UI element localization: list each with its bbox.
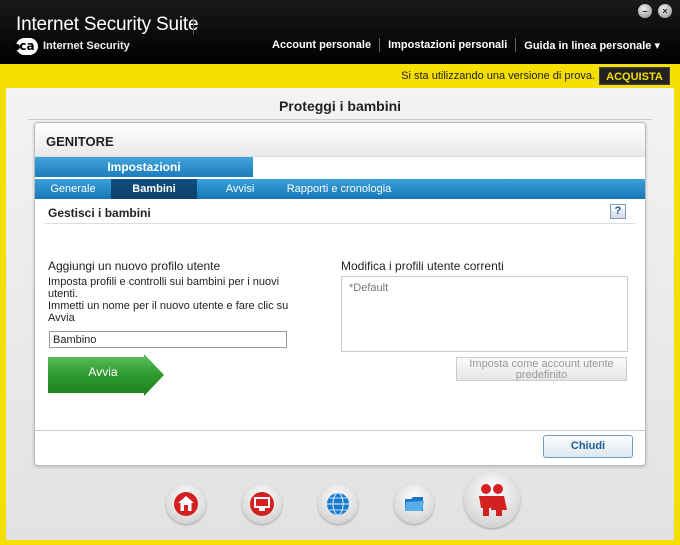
app-title: Internet Security Suite [16,14,199,35]
buy-button[interactable]: ACQUISTA [599,67,670,85]
ca-logo-icon: ca [14,38,38,55]
bottom-dock [6,468,674,540]
subtab-bar: Generale Bambini Avvisi Rapporti e crono… [35,179,645,199]
home-icon[interactable] [166,484,206,524]
start-button-label: Avvia [88,365,118,379]
nav-impostazioni-personali[interactable]: Impostazioni personali [380,39,515,51]
section-title: Gestisci i bambini [48,206,151,220]
desc-line: utenti. [48,288,78,300]
subtab-avvisi[interactable]: Avvisi [197,179,283,199]
footer-divider [35,430,645,431]
title-separator [193,17,194,35]
brand-subtitle: Internet Security [43,40,130,52]
page-title: Proteggi i bambini [278,98,402,114]
minimize-icon[interactable]: – [638,4,652,18]
tab-impostazioni[interactable]: Impostazioni [35,157,253,177]
close-button[interactable]: Chiudi [543,435,633,458]
desc-line: Avvia [48,312,75,324]
set-default-label-line: predefinito [515,369,568,381]
section-divider [45,223,635,224]
heading-divider [28,119,652,120]
nav-guida-in-linea[interactable]: Guida in linea personale ▾ [516,39,668,52]
panel-title: GENITORE [46,134,114,149]
set-default-button[interactable]: Imposta come account utente predefinito [456,357,627,381]
help-icon[interactable]: ? [610,204,626,219]
edit-profiles-title: Modifica i profili utente correnti [341,259,504,273]
add-profile-description: Imposta profili e controlli sui bambini … [48,276,313,324]
top-navigation: Account personale Impostazioni personali… [264,38,668,52]
trial-message: Si sta utilizzando una versione di prova… [401,70,595,82]
add-profile-title: Aggiungi un nuovo profilo utente [48,259,221,273]
child-name-input[interactable] [49,331,287,348]
subtab-bambini[interactable]: Bambini [111,179,197,199]
globe-icon[interactable] [318,484,358,524]
desc-line: Imposta profili e controlli sui bambini … [48,276,280,288]
close-icon[interactable]: × [658,4,672,18]
subtab-generale[interactable]: Generale [35,179,111,199]
nav-account-personale[interactable]: Account personale [264,39,379,51]
monitor-icon[interactable] [242,484,282,524]
title-bar: Internet Security Suite ca Internet Secu… [0,0,680,64]
parents-icon[interactable] [464,472,520,528]
start-button[interactable]: Avvia [48,354,164,396]
content-frame: Proteggi i bambini GENITORE Impostazioni… [6,88,674,540]
folder-icon[interactable] [394,484,434,524]
list-item[interactable]: *Default [342,277,627,299]
panel-header: GENITORE [35,123,645,157]
profile-list[interactable]: *Default [341,276,628,352]
parent-panel: GENITORE Impostazioni Generale Bambini A… [34,122,646,466]
desc-line: Immetti un nome per il nuovo utente e fa… [48,300,289,312]
subtab-rapporti[interactable]: Rapporti e cronologia [283,179,395,199]
